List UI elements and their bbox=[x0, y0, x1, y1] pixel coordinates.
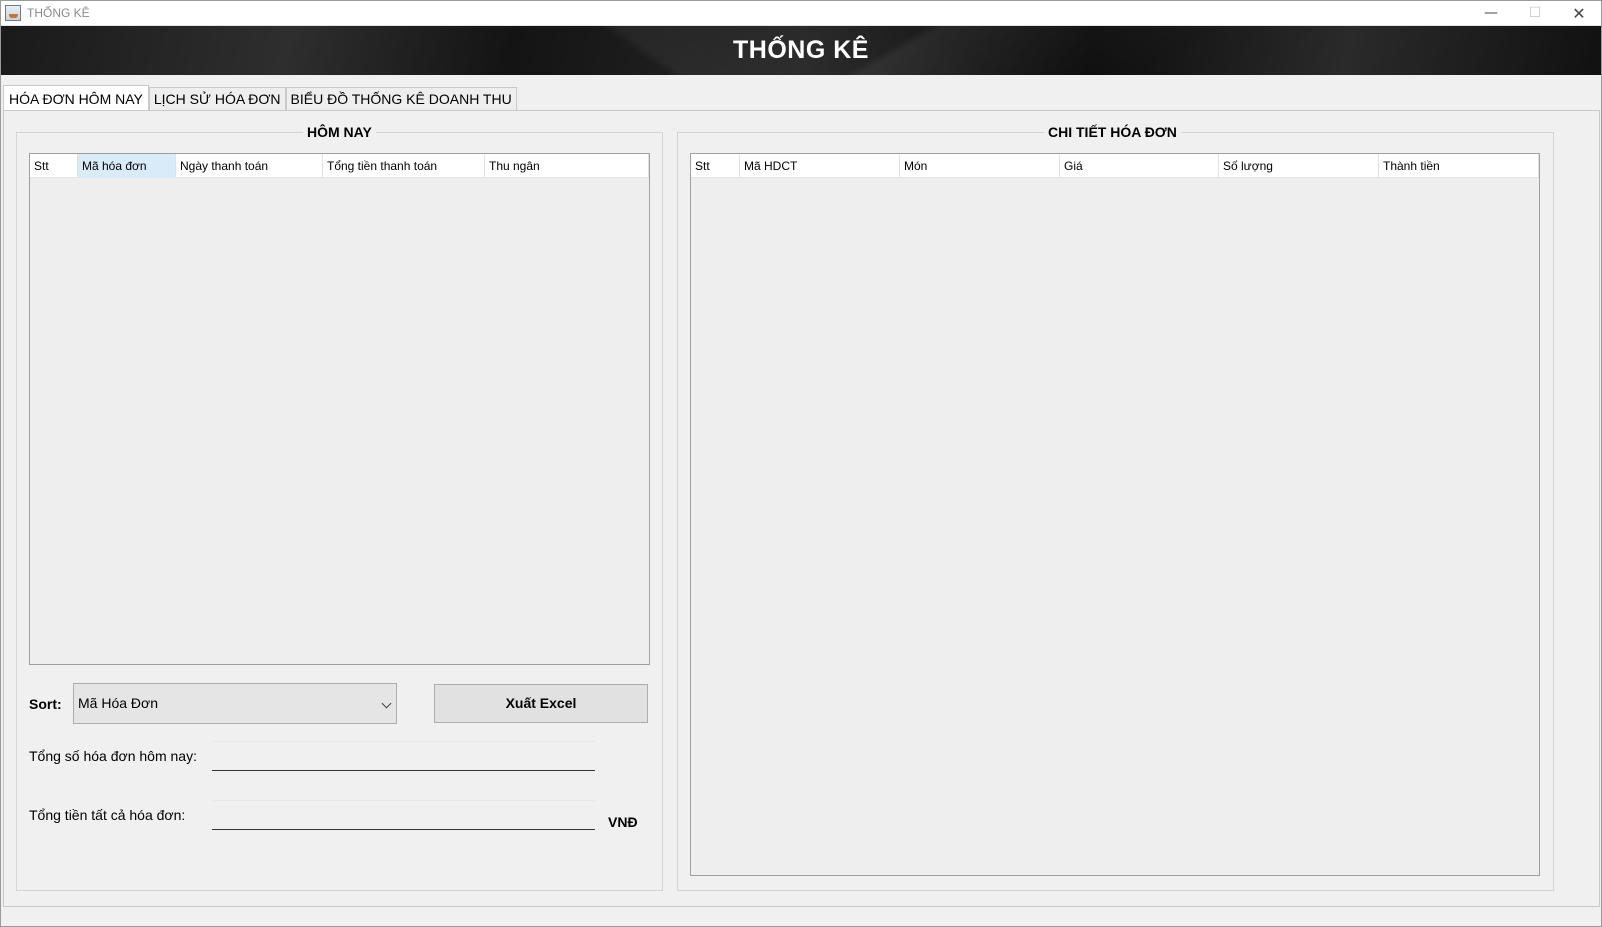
sort-label: Sort: bbox=[29, 696, 62, 712]
title-bar: THỐNG KÊ — ☐ ✕ bbox=[1, 1, 1601, 26]
column-header-stt[interactable]: Stt bbox=[691, 154, 740, 178]
total-amount-field[interactable] bbox=[212, 800, 595, 830]
maximize-button[interactable]: ☐ bbox=[1513, 1, 1557, 26]
table-header: Stt Mã hóa đơn Ngày thanh toán Tổng tiền… bbox=[30, 154, 649, 178]
table-header: Stt Mã HDCT Món Giá Số lượng Thành tiền bbox=[691, 154, 1539, 178]
invoice-detail-panel-title: CHI TIẾT HÓA ĐƠN bbox=[1044, 124, 1181, 140]
tab-revenue-chart[interactable]: BIỂU ĐỒ THỐNG KÊ DOANH THU bbox=[285, 87, 517, 111]
today-invoices-table[interactable]: Stt Mã hóa đơn Ngày thanh toán Tổng tiền… bbox=[29, 153, 650, 665]
column-header-quantity[interactable]: Số lượng bbox=[1219, 154, 1379, 178]
close-button[interactable]: ✕ bbox=[1557, 1, 1601, 26]
java-app-icon bbox=[5, 5, 21, 21]
minimize-button[interactable]: — bbox=[1469, 1, 1513, 26]
column-header-stt[interactable]: Stt bbox=[30, 154, 78, 178]
column-header-cashier[interactable]: Thu ngân bbox=[485, 154, 649, 178]
column-header-price[interactable]: Giá bbox=[1060, 154, 1219, 178]
invoice-count-label: Tổng số hóa đơn hôm nay: bbox=[29, 748, 197, 764]
sort-select[interactable]: Mã Hóa Đơn bbox=[73, 683, 397, 724]
today-panel-title: HÔM NAY bbox=[303, 124, 376, 140]
banner-title: THỐNG KÊ bbox=[733, 36, 869, 64]
tab-invoice-history[interactable]: LỊCH SỬ HÓA ĐƠN bbox=[148, 87, 286, 111]
invoice-detail-table[interactable]: Stt Mã HDCT Món Giá Số lượng Thành tiền bbox=[690, 153, 1540, 876]
currency-label: VNĐ bbox=[608, 814, 638, 830]
column-header-invoice-id[interactable]: Mã hóa đơn bbox=[78, 154, 176, 178]
column-header-detail-id[interactable]: Mã HDCT bbox=[740, 154, 900, 178]
sort-selected-value: Mã Hóa Đơn bbox=[78, 695, 158, 711]
column-header-line-total[interactable]: Thành tiền bbox=[1379, 154, 1539, 178]
tab-bar: HÓA ĐƠN HÔM NAY LỊCH SỬ HÓA ĐƠN BIỂU ĐỒ … bbox=[3, 85, 517, 111]
column-header-dish[interactable]: Món bbox=[900, 154, 1060, 178]
chevron-down-icon bbox=[381, 698, 392, 709]
window-title: THỐNG KÊ bbox=[27, 6, 90, 20]
total-amount-label: Tổng tiền tất cả hóa đơn: bbox=[29, 807, 186, 823]
column-header-payment-date[interactable]: Ngày thanh toán bbox=[176, 154, 323, 178]
tab-today-invoices[interactable]: HÓA ĐƠN HÔM NAY bbox=[3, 85, 149, 111]
invoice-count-field[interactable] bbox=[212, 741, 595, 771]
column-header-total-payment[interactable]: Tổng tiền thanh toán bbox=[323, 154, 485, 178]
main-window: THỐNG KÊ — ☐ ✕ THỐNG KÊ HÓA ĐƠN HÔM NAY … bbox=[0, 0, 1602, 927]
header-banner: THỐNG KÊ bbox=[1, 26, 1601, 75]
export-excel-button[interactable]: Xuất Excel bbox=[434, 684, 648, 723]
